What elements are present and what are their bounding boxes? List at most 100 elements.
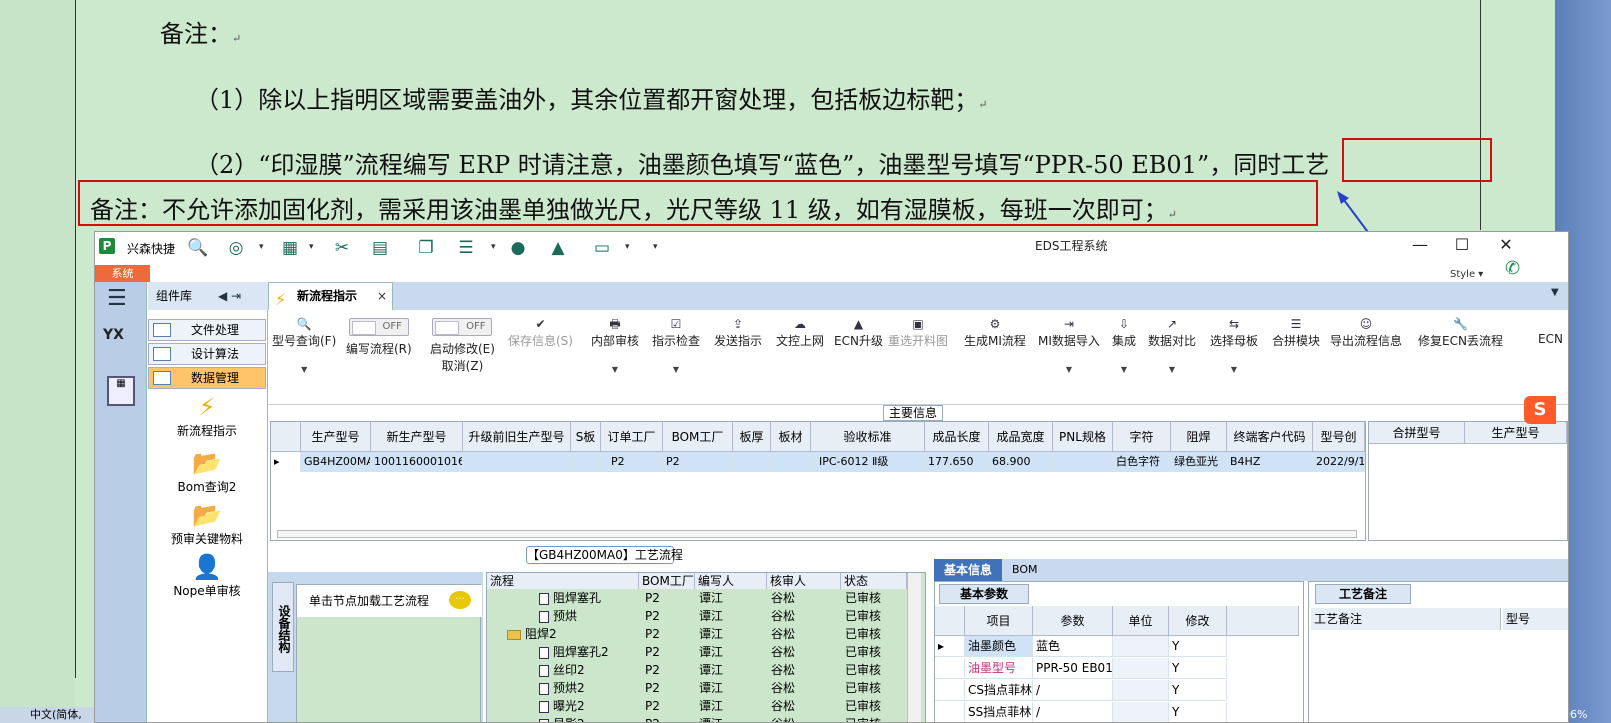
column-header[interactable]: 升级前旧生产型号 bbox=[463, 422, 571, 452]
toggle-switch[interactable]: OFF bbox=[348, 318, 409, 336]
flow-node[interactable]: 曝光2 bbox=[539, 697, 585, 715]
table-cell[interactable]: 绿色亚光 bbox=[1171, 452, 1227, 472]
table-cell[interactable]: 2022/9/1 bbox=[1313, 452, 1365, 472]
chevron-down-icon[interactable]: ▼ bbox=[1148, 365, 1196, 374]
column-header[interactable]: 字符 bbox=[1113, 422, 1171, 452]
column-header[interactable]: 生产型号 bbox=[301, 422, 371, 452]
instruction-check-button[interactable]: ☑ 指示检查 ▼ bbox=[652, 316, 700, 374]
monitor-icon[interactable]: ▭ bbox=[591, 238, 613, 258]
maximize-button[interactable]: ☐ bbox=[1447, 235, 1477, 255]
flow-node[interactable]: 预烘 bbox=[539, 607, 577, 625]
flow-row[interactable]: 预烘 P2 谭江 谷松 已审核 bbox=[487, 607, 907, 625]
table-cell[interactable]: 10011600010168 bbox=[371, 452, 463, 472]
column-header[interactable]: S板 bbox=[571, 422, 601, 452]
param-value[interactable]: PPR-50 EB01 bbox=[1033, 658, 1113, 679]
param-value[interactable]: 蓝色 bbox=[1033, 636, 1113, 657]
close-button[interactable]: ✕ bbox=[1491, 235, 1521, 255]
column-header[interactable]: 参数 bbox=[1033, 606, 1113, 636]
chevron-down-icon[interactable]: ▼ bbox=[1551, 287, 1559, 298]
model-query-button[interactable]: 🔍 型号查询(F) ▼ bbox=[272, 316, 336, 374]
start-edit-toggle[interactable]: OFF 启动修改(E) 取消(Z) bbox=[430, 316, 495, 374]
write-flow-toggle[interactable]: OFF 编写流程(R) bbox=[346, 316, 412, 357]
fix-ecn-flow-button[interactable]: 🔧 修复ECN丢流程 bbox=[1418, 316, 1503, 349]
chevron-down-icon[interactable]: ▼ bbox=[1038, 365, 1100, 374]
category-file-processing[interactable]: 文件处理 bbox=[148, 319, 266, 341]
ecn-upgrade-button[interactable]: ▲ ECN升级 bbox=[834, 316, 883, 349]
chevron-down-icon[interactable]: ▼ bbox=[272, 365, 336, 374]
param-value[interactable]: / bbox=[1033, 702, 1113, 722]
table-cell[interactable] bbox=[771, 452, 811, 472]
close-icon[interactable]: × bbox=[377, 283, 387, 309]
table-cell[interactable]: 白色字符 bbox=[1113, 452, 1171, 472]
factory-icon[interactable]: YX bbox=[103, 327, 139, 363]
table-cell[interactable] bbox=[463, 452, 571, 472]
flow-node[interactable]: 阻焊2 bbox=[507, 625, 557, 643]
column-header[interactable]: 验收标准 bbox=[811, 422, 925, 452]
param-unit[interactable] bbox=[1113, 636, 1169, 657]
column-header[interactable]: 成品长度 bbox=[925, 422, 989, 452]
column-header[interactable]: 终端客户代码 bbox=[1227, 422, 1313, 452]
row-marker[interactable]: ▸ bbox=[271, 452, 301, 472]
component-nope-review[interactable]: 👤 Nope单审核 bbox=[148, 552, 266, 599]
row-marker[interactable] bbox=[935, 680, 965, 701]
column-header[interactable]: BOM工厂 bbox=[663, 422, 733, 452]
column-header[interactable]: 单位 bbox=[1113, 606, 1169, 636]
chevron-down-icon[interactable]: ▾ bbox=[309, 242, 314, 252]
chevron-down-icon[interactable]: ▾ bbox=[625, 242, 630, 252]
data-compare-button[interactable]: ↗ 数据对比 ▼ bbox=[1148, 316, 1196, 374]
chat-bubble-icon[interactable]: … bbox=[449, 591, 471, 609]
column-header[interactable]: 板厚 bbox=[733, 422, 771, 452]
flow-node[interactable]: 显影2 bbox=[539, 715, 585, 722]
column-header[interactable]: 状态 bbox=[841, 573, 907, 589]
column-header[interactable]: 阻焊 bbox=[1171, 422, 1227, 452]
component-bom-query[interactable]: 📂 Bom查询2 bbox=[148, 448, 266, 495]
column-header[interactable]: 修改 bbox=[1169, 606, 1227, 636]
grid-icon[interactable]: ▦ bbox=[279, 238, 301, 258]
tab-basic-info[interactable]: 基本信息 bbox=[934, 559, 1002, 581]
flow-row[interactable]: 曝光2 P2 谭江 谷松 已审核 bbox=[487, 697, 907, 715]
table-cell[interactable] bbox=[571, 452, 601, 472]
category-data-management[interactable]: 数据管理 bbox=[148, 367, 266, 389]
table-cell[interactable]: P2 bbox=[663, 452, 733, 472]
chart-icon[interactable]: ▲ bbox=[547, 238, 569, 258]
flow-row[interactable]: 显影2 P2 谭江 谷松 已审核 bbox=[487, 715, 907, 722]
select-mother-board-button[interactable]: ⇆ 选择母板 ▼ bbox=[1210, 316, 1258, 374]
param-value[interactable]: / bbox=[1033, 680, 1113, 701]
table-cell[interactable]: B4HZ bbox=[1227, 452, 1313, 472]
table-cell[interactable]: GB4HZ00MA0 bbox=[301, 452, 371, 472]
param-edit[interactable]: Y bbox=[1169, 680, 1227, 701]
column-header[interactable]: 项目 bbox=[965, 606, 1033, 636]
table-cell[interactable]: 177.650 bbox=[925, 452, 989, 472]
table-cell[interactable]: IPC-6012 Ⅱ级 bbox=[811, 452, 925, 472]
param-unit[interactable] bbox=[1113, 658, 1169, 679]
chevron-down-icon[interactable]: ▼ bbox=[1112, 365, 1136, 374]
component-pre-review[interactable]: 📂 预审关键物料 bbox=[148, 500, 266, 547]
copy-icon[interactable]: ❐ bbox=[415, 238, 437, 258]
tab-new-flow[interactable]: ⚡ 新流程指示 × bbox=[268, 282, 393, 310]
table-cell[interactable] bbox=[1053, 452, 1113, 472]
param-item[interactable]: 油墨颜色 bbox=[965, 636, 1033, 657]
lifebuoy-icon[interactable]: ◎ bbox=[225, 238, 247, 258]
customize-icon[interactable]: ▾ bbox=[653, 242, 658, 252]
column-header[interactable]: BOM工厂 bbox=[639, 573, 695, 589]
chevron-down-icon[interactable]: ▼ bbox=[591, 365, 639, 374]
flow-node[interactable]: 阻焊塞孔 bbox=[539, 589, 601, 607]
param-item[interactable]: SS挡点菲林 bbox=[965, 702, 1033, 722]
phone-icon[interactable]: ✆ bbox=[1505, 258, 1520, 279]
column-header[interactable]: 成品宽度 bbox=[989, 422, 1053, 452]
toggle-switch[interactable]: OFF bbox=[432, 318, 493, 336]
internal-review-button[interactable]: 🖶 内部审核 ▼ bbox=[591, 316, 639, 374]
integrate-button[interactable]: ⇩ 集成 ▼ bbox=[1112, 316, 1136, 374]
merge-module-button[interactable]: ☰ 合拼模块 bbox=[1272, 316, 1320, 349]
chevron-down-icon[interactable]: ▼ bbox=[652, 365, 700, 374]
param-item[interactable]: 油墨型号 bbox=[965, 658, 1033, 679]
system-tab[interactable]: 系统 bbox=[95, 265, 150, 282]
flow-node[interactable]: 丝印2 bbox=[539, 661, 585, 679]
row-marker[interactable] bbox=[935, 702, 965, 722]
calculator-icon[interactable]: ▦ bbox=[107, 376, 135, 406]
param-edit[interactable]: Y bbox=[1169, 658, 1227, 679]
flow-row[interactable]: 预烘2 P2 谭江 谷松 已审核 bbox=[487, 679, 907, 697]
flow-row[interactable]: 丝印2 P2 谭江 谷松 已审核 bbox=[487, 661, 907, 679]
chevron-down-icon[interactable]: ▼ bbox=[1210, 365, 1258, 374]
device-structure-tab[interactable]: 设备结构 bbox=[272, 582, 294, 672]
